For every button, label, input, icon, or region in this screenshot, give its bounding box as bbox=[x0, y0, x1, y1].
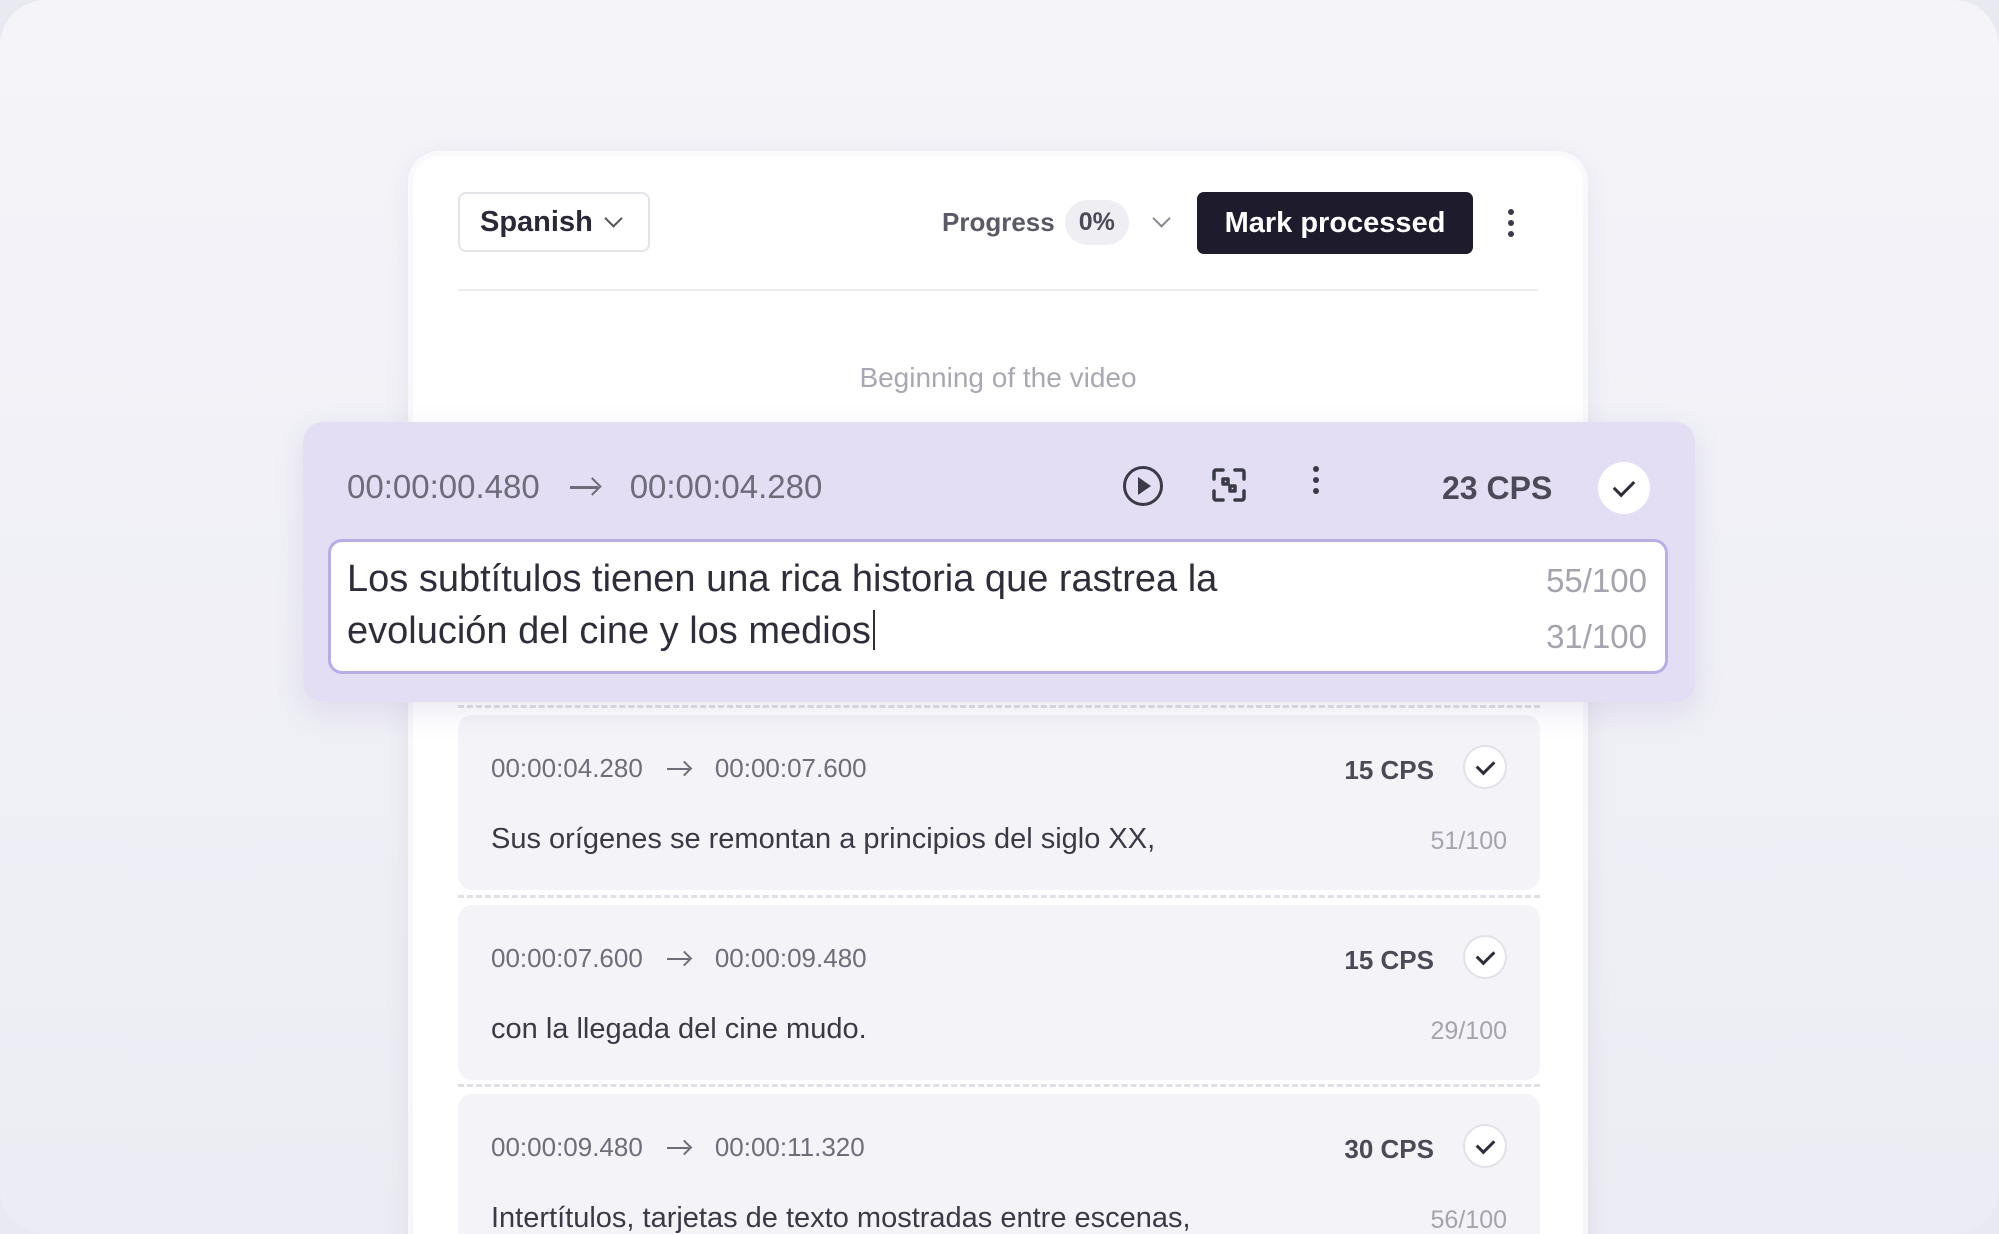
text-caret bbox=[872, 610, 875, 650]
segment-start-time[interactable]: 00:00:04.280 bbox=[491, 753, 643, 784]
subtitle-segment[interactable]: 00:00:07.600 00:00:09.480 15 CPS con la … bbox=[458, 905, 1540, 1080]
app-canvas: Spanish Progress 0% Mark processed Begin… bbox=[0, 0, 1999, 1234]
segment-cps: 15 CPS bbox=[1344, 945, 1434, 975]
line-2-char-count: 31/100 bbox=[1546, 618, 1647, 655]
segment-end-time[interactable]: 00:00:09.480 bbox=[715, 943, 867, 974]
segment-divider bbox=[458, 705, 1540, 708]
segment-end-time[interactable]: 00:00:11.320 bbox=[715, 1132, 865, 1163]
merge-icon[interactable] bbox=[1210, 466, 1248, 504]
more-vertical-icon[interactable] bbox=[1508, 209, 1514, 237]
segment-check-button[interactable] bbox=[1463, 1124, 1507, 1168]
segment-divider bbox=[458, 895, 1540, 898]
play-icon[interactable] bbox=[1123, 466, 1163, 506]
arrow-right-icon bbox=[569, 477, 600, 497]
segment-check-button[interactable] bbox=[1463, 935, 1507, 979]
subtitle-segment[interactable]: 00:00:04.280 00:00:07.600 15 CPS Sus orí… bbox=[458, 715, 1540, 890]
chevron-down-icon bbox=[1152, 208, 1171, 228]
check-icon bbox=[1612, 474, 1636, 498]
toolbar: Spanish Progress 0% Mark processed bbox=[458, 192, 1538, 254]
subtitle-line-2-wrap: evolución del cine y los medios bbox=[347, 610, 875, 653]
segment-char-count: 29/100 bbox=[1430, 1017, 1507, 1045]
progress-dropdown[interactable]: Progress 0% bbox=[942, 192, 1171, 252]
toolbar-divider bbox=[458, 289, 1538, 291]
segment-text[interactable]: con la llegada del cine mudo. bbox=[491, 1013, 867, 1046]
segment-cps: 15 CPS bbox=[1344, 755, 1434, 785]
arrow-right-icon bbox=[666, 1139, 691, 1157]
subtitle-text-editor[interactable]: Los subtítulos tienen una rica historia … bbox=[328, 539, 1668, 674]
active-subtitle-segment: 00:00:00.480 00:00:04.280 23 CPS Los sub… bbox=[303, 422, 1695, 702]
subtitle-line-1: Los subtítulos tienen una rica historia … bbox=[347, 558, 1218, 600]
arrow-right-icon bbox=[666, 950, 691, 968]
segment-start-time[interactable]: 00:00:07.600 bbox=[491, 943, 643, 974]
check-icon bbox=[1475, 755, 1495, 775]
progress-label: Progress bbox=[942, 206, 1055, 237]
active-segment-check-button[interactable] bbox=[1598, 462, 1650, 514]
chevron-down-icon bbox=[604, 208, 623, 228]
beginning-of-video-label: Beginning of the video bbox=[859, 362, 1137, 393]
language-label: Spanish bbox=[480, 205, 593, 238]
segment-check-button[interactable] bbox=[1463, 745, 1507, 789]
line-1-char-count: 55/100 bbox=[1546, 562, 1647, 599]
segment-char-count: 56/100 bbox=[1430, 1206, 1507, 1234]
segment-cps: 30 CPS bbox=[1344, 1134, 1434, 1164]
mark-processed-button[interactable]: Mark processed bbox=[1197, 192, 1473, 254]
subtitle-segment[interactable]: 00:00:09.480 00:00:11.320 30 CPS Intertí… bbox=[458, 1094, 1540, 1234]
segment-end-time[interactable]: 00:00:07.600 bbox=[715, 753, 867, 784]
segment-text[interactable]: Sus orígenes se remontan a principios de… bbox=[491, 823, 1155, 856]
segment-char-count: 51/100 bbox=[1430, 827, 1507, 855]
language-select[interactable]: Spanish bbox=[458, 192, 650, 252]
active-segment-timecodes: 00:00:00.480 00:00:04.280 bbox=[347, 468, 822, 506]
check-icon bbox=[1475, 1134, 1495, 1154]
segment-start-time[interactable]: 00:00:09.480 bbox=[491, 1132, 643, 1163]
segment-timecodes: 00:00:04.280 00:00:07.600 bbox=[491, 753, 867, 784]
check-icon bbox=[1475, 945, 1495, 965]
progress-value: 0% bbox=[1064, 199, 1129, 245]
active-end-time[interactable]: 00:00:04.280 bbox=[630, 468, 823, 506]
arrow-right-icon bbox=[666, 760, 691, 778]
segment-text[interactable]: Intertítulos, tarjetas de texto mostrada… bbox=[491, 1202, 1191, 1234]
more-vertical-icon[interactable] bbox=[1313, 466, 1319, 494]
active-segment-cps: 23 CPS bbox=[1442, 470, 1553, 506]
segment-divider bbox=[458, 1084, 1540, 1087]
subtitle-line-2: evolución del cine y los medios bbox=[347, 610, 871, 652]
active-start-time[interactable]: 00:00:00.480 bbox=[347, 468, 540, 506]
segment-timecodes: 00:00:07.600 00:00:09.480 bbox=[491, 943, 867, 974]
segment-timecodes: 00:00:09.480 00:00:11.320 bbox=[491, 1132, 865, 1163]
